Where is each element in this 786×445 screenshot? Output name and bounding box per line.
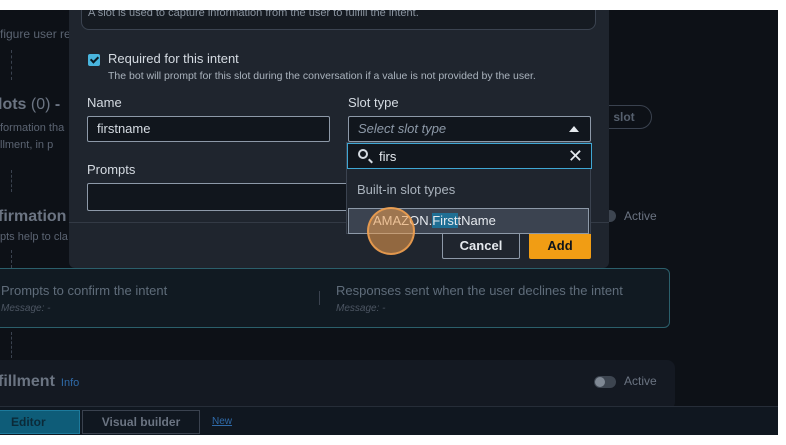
confirm-prompts-message: Message: -: [1, 303, 51, 314]
tab-editor[interactable]: Editor: [0, 410, 80, 434]
connector-line: [11, 250, 12, 268]
slots-heading-text: lots: [0, 96, 27, 113]
tab-visual-builder[interactable]: Visual builder: [82, 410, 200, 434]
slots-desc-line1: formation tha: [0, 122, 65, 134]
new-badge: New: [212, 416, 233, 427]
slots-count: (0): [30, 96, 51, 113]
slot-type-placeholder: Select slot type: [358, 121, 447, 136]
slot-type-label: Slot type: [348, 95, 399, 110]
intent-description-field[interactable]: A slot is used to capture information fr…: [81, 10, 596, 30]
required-label: Required for this intent: [108, 51, 239, 66]
confirmation-prompts-card[interactable]: Prompts to confirm the intent Message: -…: [0, 268, 670, 328]
required-help-text: The bot will prompt for this slot during…: [108, 70, 536, 82]
option-suffix: tName: [457, 213, 496, 228]
slots-desc-line2: llment, in p: [0, 139, 54, 151]
add-button[interactable]: Add: [529, 232, 591, 259]
editor-mode-bar: Editor Visual builder New: [0, 406, 778, 435]
fulfillment-panel: [0, 360, 675, 410]
intent-description-fragment: figure user rec: [0, 27, 77, 41]
fulfillment-heading: fillment Info: [0, 373, 79, 391]
prompts-input[interactable]: [87, 183, 349, 211]
connector-line: [11, 50, 12, 80]
fulfillment-info-link[interactable]: Info: [61, 377, 79, 389]
clear-search-icon[interactable]: ✕: [568, 146, 583, 166]
click-indicator: [367, 207, 415, 255]
decline-responses-title: Responses sent when the user declines th…: [336, 283, 623, 298]
required-checkbox[interactable]: [88, 54, 100, 66]
built-in-slot-types-group: Built-in slot types: [357, 182, 456, 197]
slot-type-select[interactable]: Select slot type: [348, 116, 591, 142]
confirmation-desc: pts help to cla: [0, 231, 68, 243]
name-input[interactable]: firstname: [87, 116, 330, 142]
slots-heading: lots (0) -: [0, 96, 60, 114]
decline-responses-message: Message: -: [336, 303, 386, 314]
fulfillment-heading-text: fillment: [0, 373, 55, 390]
connector-line: [11, 170, 12, 192]
name-label: Name: [87, 95, 122, 110]
search-icon: [358, 149, 368, 159]
prompts-label: Prompts: [87, 162, 136, 177]
intent-description-text: A slot is used to capture information fr…: [88, 10, 419, 19]
slots-dash: -: [54, 96, 61, 113]
fulfillment-toggle[interactable]: [594, 376, 616, 388]
search-query: firs: [379, 149, 397, 164]
caret-up-icon: [569, 126, 579, 132]
option-match-highlight: First: [432, 213, 458, 228]
cancel-button[interactable]: Cancel: [442, 232, 520, 259]
confirmation-toggle-label: Active: [624, 209, 657, 223]
confirmation-heading: firmation: [0, 208, 67, 225]
slot-type-search-input[interactable]: firs ✕: [347, 143, 592, 169]
fulfillment-toggle-label: Active: [624, 374, 657, 388]
column-separator: [319, 291, 320, 305]
confirm-prompts-title: Prompts to confirm the intent: [1, 283, 168, 298]
connector-line: [11, 332, 12, 358]
page-background: figure user rec lots (0) - formation tha…: [0, 10, 778, 435]
